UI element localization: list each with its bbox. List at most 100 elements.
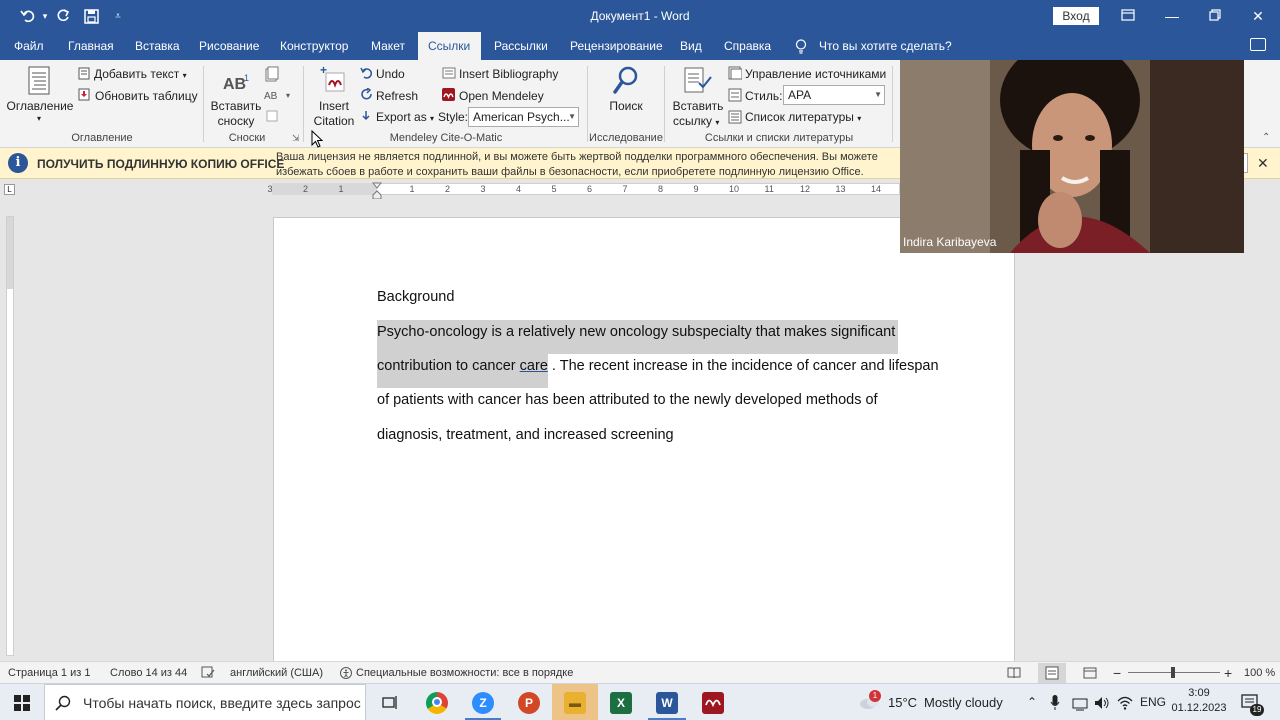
doc-paragraph-line-2[interactable]: contribution to cancer care . The recent…	[377, 354, 939, 388]
weather-condition[interactable]: Mostly cloudy	[924, 684, 1003, 720]
export-as-button[interactable]: Export as ▾	[376, 110, 434, 124]
manage-sources-button[interactable]: Управление источниками	[745, 67, 886, 81]
close-warning-icon[interactable]: ✕	[1257, 155, 1269, 172]
insert-citation-label-1[interactable]: Insert	[310, 99, 358, 113]
search-button[interactable]: Поиск	[600, 99, 652, 113]
web-layout-icon[interactable]	[1083, 667, 1097, 682]
doc-text-line-2-rest[interactable]: . The recent increase in the incidence o…	[548, 358, 939, 374]
language-status[interactable]: английский (США)	[230, 662, 323, 684]
zoom-out-icon[interactable]: −	[1113, 662, 1121, 684]
zoom-slider-thumb[interactable]	[1171, 667, 1175, 678]
show-hidden-icons-icon[interactable]: ⌃	[1027, 684, 1037, 720]
zoom-app-icon[interactable]: Z	[472, 692, 494, 714]
warning-text: Ваша лицензия не является подлинной, и в…	[276, 150, 896, 179]
read-mode-icon[interactable]	[1007, 667, 1021, 682]
tab-design[interactable]: Конструктор	[270, 32, 358, 60]
table-of-contents-icon[interactable]	[28, 66, 52, 99]
redo-icon[interactable]	[52, 0, 74, 32]
print-layout-icon[interactable]	[1038, 663, 1066, 683]
tab-insert[interactable]: Вставка	[125, 32, 190, 60]
tab-mailings[interactable]: Рассылки	[484, 32, 558, 60]
word-count[interactable]: Слово 14 из 44	[110, 662, 187, 684]
save-icon[interactable]	[80, 0, 102, 32]
wifi-icon[interactable]	[1117, 695, 1133, 714]
undo-icon[interactable]	[14, 0, 42, 32]
accessibility-status[interactable]: Специальные возможности: все в порядке	[356, 662, 573, 684]
weather-temperature[interactable]: 15°C	[888, 684, 917, 720]
zoom-in-icon[interactable]: +	[1224, 662, 1232, 684]
word-icon[interactable]: W	[656, 692, 678, 714]
taskbar-search-box[interactable]: Чтобы начать поиск, введите здесь запрос	[44, 684, 366, 720]
tell-me-input[interactable]: Что вы хотите сделать?	[819, 32, 952, 60]
tab-selector[interactable]: L	[4, 184, 15, 195]
refresh-button[interactable]: Refresh	[376, 89, 418, 103]
insert-citation-icon[interactable]: +	[320, 63, 348, 96]
warning-line-1: Ваша лицензия не является подлинной, и в…	[276, 151, 878, 163]
insert-endnote-icon[interactable]	[264, 66, 280, 85]
network-icon[interactable]	[1072, 695, 1088, 714]
file-explorer-icon[interactable]: ▬	[564, 692, 586, 714]
task-view-icon[interactable]	[381, 694, 399, 714]
tab-help[interactable]: Справка	[714, 32, 781, 60]
volume-icon[interactable]	[1094, 695, 1110, 714]
insert-bibliography-button[interactable]: Insert Bibliography	[459, 67, 558, 81]
update-table-button[interactable]: Обновить таблицу	[95, 89, 198, 103]
bibliography-button[interactable]: Список литературы ▾	[745, 110, 861, 124]
mendeley-app-icon[interactable]	[702, 692, 724, 714]
excel-icon[interactable]: X	[610, 692, 632, 714]
show-notes-icon[interactable]	[266, 110, 278, 125]
toc-button[interactable]: Оглавление	[4, 99, 76, 113]
page-count[interactable]: Страница 1 из 1	[8, 662, 90, 684]
minimize-icon[interactable]: —	[1150, 0, 1194, 32]
tab-draw[interactable]: Рисование	[189, 32, 269, 60]
open-mendeley-button[interactable]: Open Mendeley	[459, 89, 544, 103]
selected-text-line-1[interactable]: Psycho-oncology is a relatively new onco…	[377, 320, 899, 354]
clock[interactable]: 3:09 01.12.2023	[1168, 686, 1230, 716]
microphone-icon[interactable]	[1050, 695, 1060, 714]
proofing-icon[interactable]	[201, 666, 215, 682]
doc-heading[interactable]: Background	[377, 287, 454, 307]
insert-citation-label-2[interactable]: Citation	[310, 114, 358, 128]
mendeley-undo-button[interactable]: Undo	[376, 67, 405, 81]
collapse-ribbon-icon[interactable]: ⌃	[1262, 132, 1270, 143]
signin-button[interactable]: Вход	[1053, 7, 1099, 25]
bibliography-style-select[interactable]: APA ▼	[783, 85, 885, 105]
zoom-level[interactable]: 100 %	[1244, 662, 1275, 684]
tab-file[interactable]: Файл	[4, 32, 54, 60]
next-footnote-icon[interactable]: AB ▾	[264, 88, 290, 105]
doc-paragraph-line-4[interactable]: diagnosis, treatment, and increased scre…	[377, 425, 674, 445]
toc-dropdown-icon[interactable]: ▾	[37, 114, 41, 123]
footnotes-dialog-launcher-icon[interactable]: ⇲	[292, 133, 300, 144]
insert-footnote-label-2[interactable]: сноску	[210, 114, 262, 128]
chrome-icon[interactable]	[426, 692, 448, 714]
customize-toolbar-icon[interactable]: ⩡	[110, 0, 126, 32]
windows-start-icon[interactable]	[14, 695, 30, 714]
input-language[interactable]: ENG	[1140, 684, 1166, 720]
insert-citation-word-label-1[interactable]: Вставить	[670, 99, 726, 113]
comments-icon[interactable]	[1250, 38, 1266, 51]
doc-paragraph-line-1[interactable]: Psycho-oncology is a relatively new onco…	[377, 320, 899, 354]
insert-footnote-label-1[interactable]: Вставить	[210, 99, 262, 113]
ribbon-display-options-icon[interactable]	[1106, 0, 1150, 32]
participant-video[interactable]	[900, 60, 1244, 253]
close-icon[interactable]: ✕	[1236, 0, 1280, 32]
doc-paragraph-line-3[interactable]: of patients with cancer has been attribu…	[377, 390, 878, 410]
word-style-label: Стиль:	[745, 89, 783, 103]
tab-layout[interactable]: Макет	[361, 32, 415, 60]
tab-home[interactable]: Главная	[58, 32, 124, 60]
search-icon[interactable]	[612, 66, 640, 99]
tab-view[interactable]: Вид	[670, 32, 712, 60]
vertical-ruler[interactable]	[6, 216, 14, 656]
linked-word[interactable]: care	[520, 358, 548, 374]
citation-style-select[interactable]: American Psych... ▼	[468, 107, 579, 127]
powerpoint-icon[interactable]: P	[518, 692, 540, 714]
undo-dropdown-icon[interactable]: ▾	[40, 0, 50, 32]
insert-citation-word-label-2[interactable]: ссылку ▾	[673, 114, 719, 128]
insert-footnote-icon[interactable]: AB 1	[223, 72, 251, 99]
tab-review[interactable]: Рецензирование	[560, 32, 673, 60]
restore-icon[interactable]	[1193, 0, 1237, 32]
selected-text-line-2[interactable]: contribution to cancer	[377, 358, 520, 374]
tab-references[interactable]: Ссылки	[418, 32, 481, 60]
insert-citation-word-icon[interactable]	[683, 65, 713, 98]
add-text-button[interactable]: Добавить текст ▾	[94, 67, 187, 81]
